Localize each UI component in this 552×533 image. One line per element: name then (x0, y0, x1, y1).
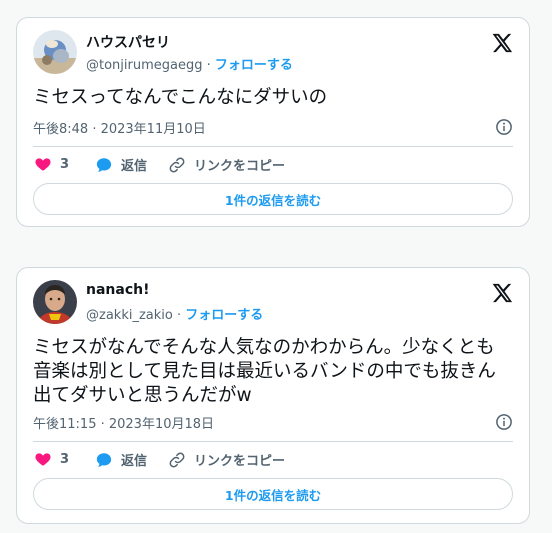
reply-button[interactable]: 返信 (95, 450, 147, 469)
avatar[interactable] (33, 280, 77, 324)
read-replies-button[interactable]: 1件の返信を読む (33, 183, 513, 215)
copy-link-button[interactable]: リンクをコピー (168, 155, 285, 174)
timestamp[interactable]: 午後11:15 · 2023年10月18日 (33, 413, 214, 432)
reply-label: 返信 (121, 159, 148, 174)
follow-button[interactable]: フォローする (185, 308, 263, 323)
reply-bubble-icon (96, 452, 112, 467)
handle[interactable]: @tonjirumegaegg (86, 58, 202, 73)
copy-link-label: リンクをコピー (194, 159, 286, 174)
copy-link-button[interactable]: リンクをコピー (168, 450, 285, 469)
x-logo-icon[interactable] (491, 32, 513, 54)
handle[interactable]: @zakki_zakio (86, 308, 173, 323)
heart-icon (35, 453, 51, 466)
tweet-text-line: 音楽は別として見た目は最近いるバンドの中でも抜きん (33, 361, 496, 382)
heart-icon (35, 158, 51, 171)
tweet-text: ミセスがなんでそんな人気なのかわからん。少なくとも 音楽は別として見た目は最近い… (33, 336, 513, 408)
reply-bubble-icon (96, 157, 112, 172)
read-replies-button[interactable]: 1件の返信を読む (33, 478, 513, 510)
link-icon (169, 157, 185, 172)
reply-label: 返信 (121, 454, 148, 469)
divider (33, 146, 513, 147)
separator: · (206, 58, 211, 73)
timestamp[interactable]: 午後8:48 · 2023年11月10日 (33, 118, 206, 137)
separator: · (176, 308, 182, 323)
tweet-card[interactable]: nanach! @zakki_zakio · フォローする ミセスがなんでそんな… (16, 267, 530, 524)
like-button[interactable]: 3 (34, 155, 69, 173)
display-name[interactable]: ハウスパセリ (86, 32, 170, 52)
link-icon (169, 452, 185, 467)
copy-link-label: リンクをコピー (194, 454, 286, 469)
like-count: 3 (60, 451, 70, 467)
tweet-text-line: 出てダサいと思うんだがw (33, 385, 252, 406)
reply-button[interactable]: 返信 (95, 155, 147, 174)
info-icon[interactable] (495, 413, 513, 431)
handle-row: @tonjirumegaegg · フォローする (86, 54, 293, 73)
tweet-card[interactable]: ハウスパセリ @tonjirumegaegg · フォローする ミセスってなんで… (16, 17, 530, 227)
info-icon[interactable] (495, 118, 513, 136)
divider (33, 441, 513, 442)
handle-row: @zakki_zakio · フォローする (86, 304, 263, 323)
tweet-text-line: ミセスがなんでそんな人気なのかわからん。少なくとも (33, 337, 495, 358)
like-count: 3 (60, 156, 70, 172)
avatar[interactable] (33, 30, 77, 74)
tweet-text: ミセスってなんでこんなにダサいの (33, 87, 328, 108)
follow-button[interactable]: フォローする (215, 58, 293, 73)
x-logo-icon[interactable] (491, 282, 513, 304)
like-button[interactable]: 3 (34, 450, 69, 468)
display-name[interactable]: nanach! (86, 282, 149, 298)
